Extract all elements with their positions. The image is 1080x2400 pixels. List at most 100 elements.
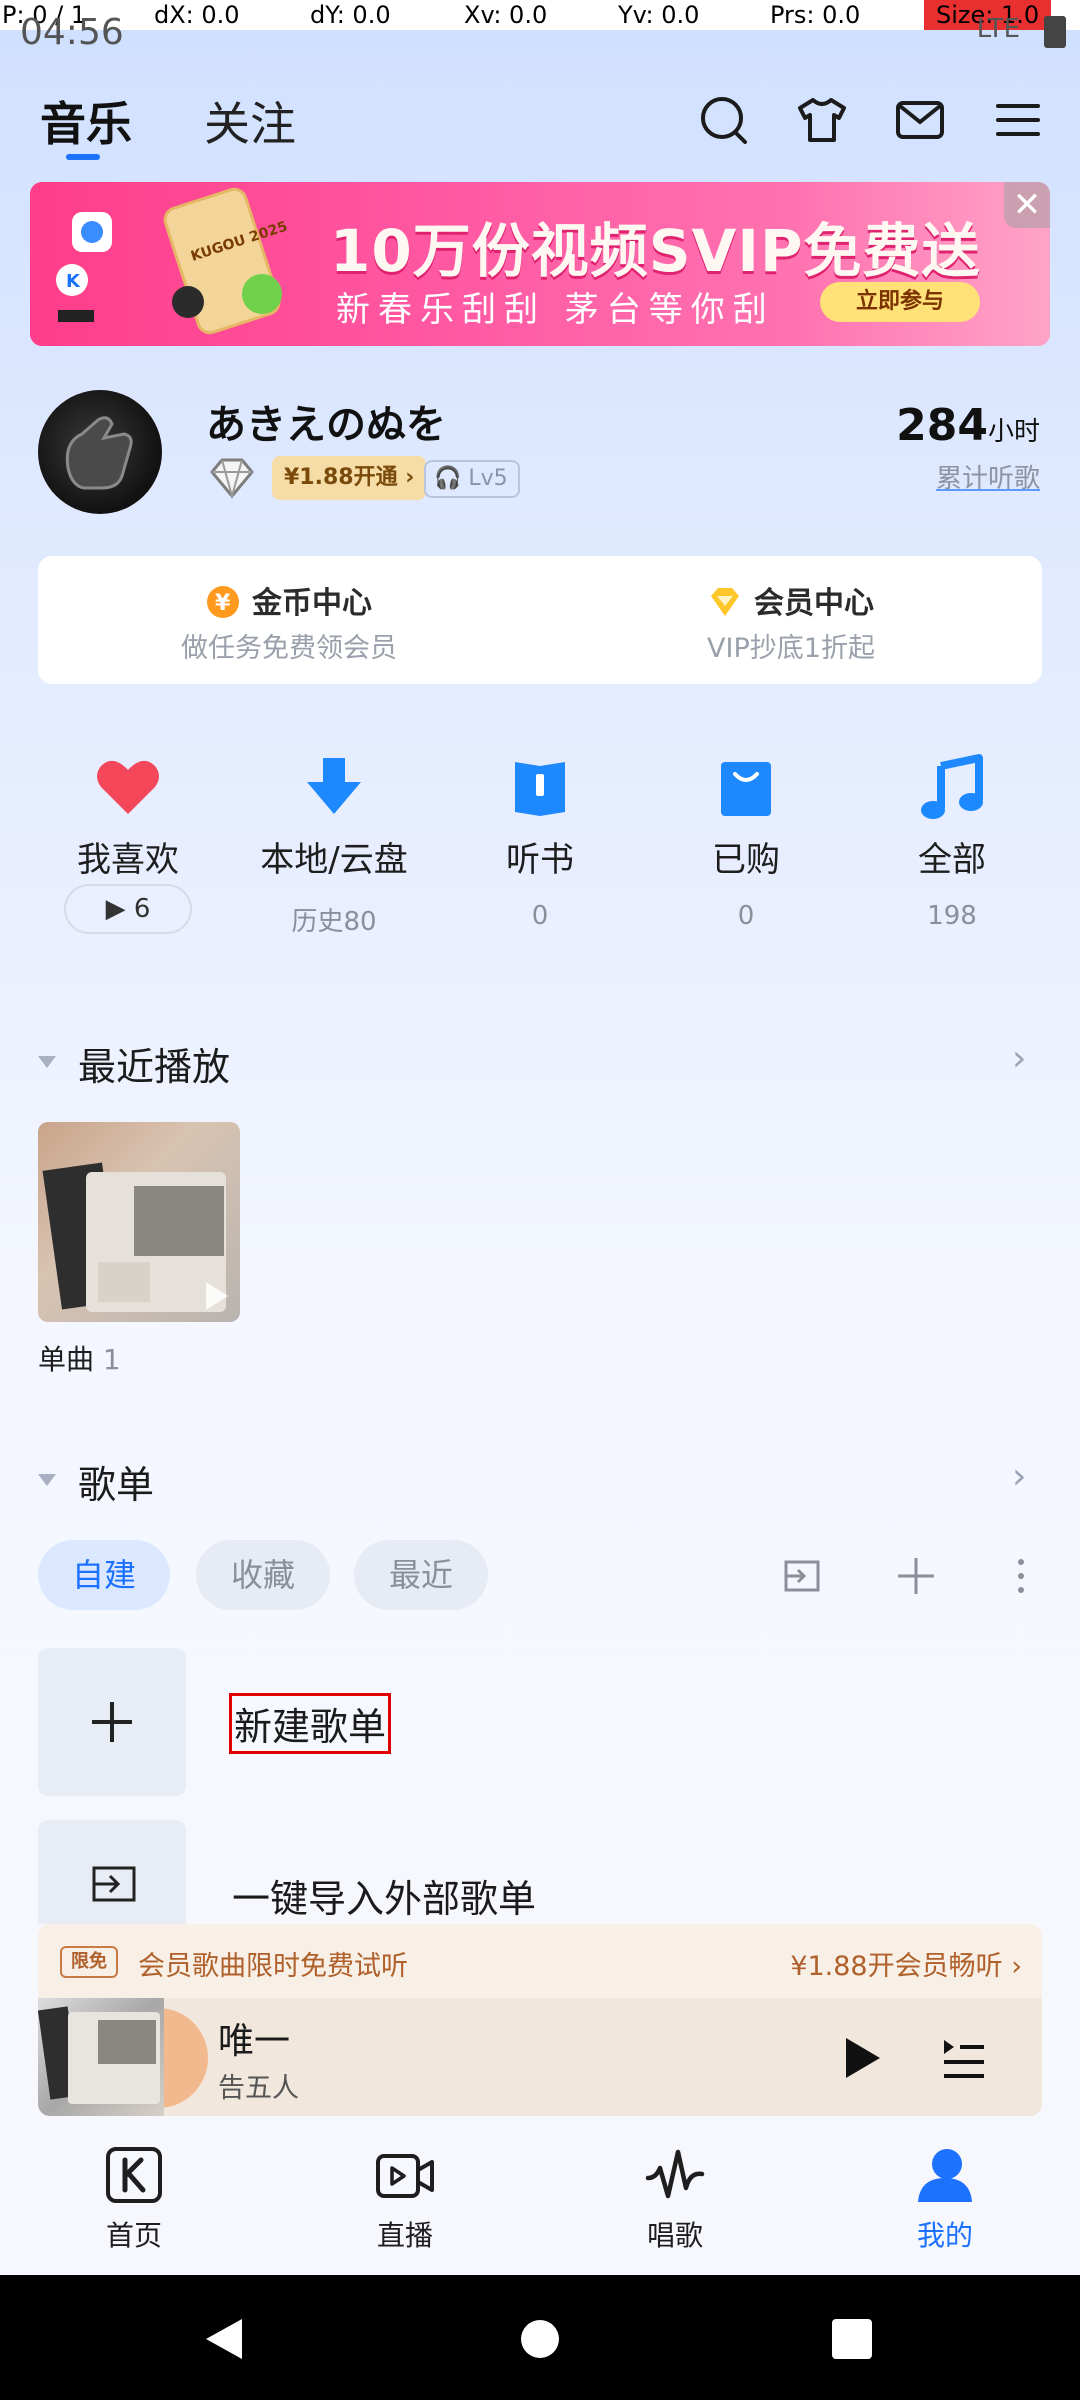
heart-icon	[97, 760, 159, 814]
nav-home[interactable]: 首页	[59, 2144, 209, 2254]
chevron-right-icon: ›	[1002, 1951, 1022, 1982]
recent-single-label[interactable]: 单曲 1	[38, 1338, 121, 1378]
listen-total-label[interactable]: 累计听歌	[936, 458, 1040, 495]
debug-yv: Yv: 0.0	[618, 1, 700, 29]
tshirt-icon[interactable]	[796, 94, 848, 146]
promo-banner[interactable]: K KUGOU 2025 10万份视频SVIP免费送 新春乐刮刮 茅台等你刮 立…	[30, 182, 1050, 346]
import-icon[interactable]	[780, 1554, 824, 1598]
play-icon[interactable]	[838, 2034, 884, 2082]
tab-playlist-recent[interactable]: 最近	[354, 1540, 488, 1610]
username[interactable]: あきえのぬを	[206, 392, 446, 450]
quick-purchased-count: 0	[737, 901, 755, 931]
recent-section-title[interactable]: 最近播放	[78, 1036, 230, 1091]
quick-purchased[interactable]: 已购 0	[643, 752, 849, 931]
promo-tag: 限免	[60, 1946, 118, 1978]
vip-diamond-icon	[711, 588, 739, 616]
vip-open-button[interactable]: ¥1.88开通 ›	[272, 456, 427, 500]
diamond-icon[interactable]	[206, 456, 258, 500]
mail-icon[interactable]	[894, 94, 946, 146]
svg-text:¥: ¥	[215, 591, 231, 616]
banner-cta-button[interactable]: 立即参与	[820, 282, 980, 322]
coin-center-button[interactable]: ¥ 金币中心 做任务免费领会员	[38, 556, 540, 684]
playlist-section-title[interactable]: 歌单	[78, 1454, 154, 1509]
favorites-play-button[interactable]: ▶ 6	[64, 884, 192, 934]
back-icon[interactable]	[202, 2315, 246, 2363]
quick-local-label: 本地/云盘	[260, 840, 408, 880]
home-circle-icon[interactable]	[520, 2319, 560, 2359]
app-logo-icon: K	[56, 212, 112, 322]
more-options-icon[interactable]	[1006, 1554, 1036, 1598]
recent-item-label: 单曲	[38, 1343, 95, 1376]
quick-audiobooks-label: 听书	[506, 840, 574, 880]
banner-close-icon[interactable]: ✕	[1004, 182, 1050, 228]
book-icon	[515, 762, 565, 816]
quick-audiobooks-count: 0	[531, 901, 549, 931]
listen-hours[interactable]: 284小时	[896, 400, 1040, 451]
playlist-chevron-icon[interactable]: ›	[1012, 1456, 1026, 1497]
nav-sing[interactable]: 唱歌	[600, 2144, 750, 2254]
import-playlist-label[interactable]: 一键导入外部歌单	[232, 1868, 536, 1923]
mini-player-artist: 告五人	[218, 2073, 299, 2104]
quick-all[interactable]: 全部 198	[849, 752, 1055, 931]
quick-all-label: 全部	[918, 840, 986, 880]
collapse-triangle-icon[interactable]	[38, 1056, 56, 1068]
promo-text: 会员歌曲限时免费试听	[138, 1951, 408, 1982]
album-collage-image	[42, 1162, 228, 1312]
quick-purchased-label: 已购	[712, 840, 780, 880]
tab-follow[interactable]: 关注	[204, 88, 296, 154]
level-badge[interactable]: 🎧 Lv5	[424, 460, 520, 498]
music-note-icon	[921, 754, 983, 819]
phone-illustration-icon: KUGOU 2025	[163, 187, 289, 335]
debug-prs: Prs: 0.0	[770, 1, 861, 29]
vip-center-title: 会员中心	[754, 586, 874, 621]
nav-mine[interactable]: 我的	[870, 2144, 1020, 2254]
new-playlist-button[interactable]	[38, 1648, 186, 1796]
promo-action-label: ¥1.88开会员畅听	[790, 1951, 1003, 1982]
quick-favorites-label: 我喜欢	[77, 840, 179, 880]
coin-icon: ¥	[207, 586, 239, 618]
favorites-count: 6	[133, 894, 151, 924]
new-playlist-label[interactable]: 新建歌单	[228, 1693, 392, 1754]
quick-audiobooks[interactable]: 听书 0	[437, 752, 643, 931]
recent-single-thumbnail[interactable]	[38, 1122, 240, 1322]
nav-live[interactable]: 直播	[330, 2144, 480, 2254]
quick-local-cloud[interactable]: 本地/云盘 历史80	[231, 752, 437, 938]
vip-center-title-row: 会员中心	[540, 578, 1042, 622]
vip-center-button[interactable]: 会员中心 VIP抄底1折起	[540, 556, 1042, 684]
listen-hours-unit: 小时	[987, 417, 1040, 447]
tab-playlist-created[interactable]: 自建	[38, 1540, 170, 1610]
level-label: Lv5	[468, 466, 508, 491]
center-card: ¥ 金币中心 做任务免费领会员 会员中心 VIP抄底1折起	[38, 556, 1042, 684]
playlist-queue-icon[interactable]	[940, 2034, 986, 2082]
nav-mine-label: 我的	[916, 2219, 973, 2252]
mini-player-album-art[interactable]	[38, 1998, 164, 2116]
import-playlist-button[interactable]	[38, 1820, 186, 1924]
bag-icon	[721, 762, 771, 816]
banner-title: 10万份视频SVIP免费送	[330, 217, 981, 285]
promo-action-link[interactable]: ¥1.88开会员畅听 ›	[790, 1944, 1022, 1983]
live-video-icon	[376, 2154, 434, 2198]
recents-square-icon[interactable]	[832, 2319, 872, 2359]
quick-all-count: 198	[927, 901, 977, 931]
search-icon[interactable]	[698, 94, 750, 146]
menu-icon[interactable]	[992, 94, 1044, 146]
system-navigation-bar	[0, 2275, 1080, 2400]
chevron-right-icon: ›	[397, 465, 415, 490]
quick-favorites[interactable]: 我喜欢	[25, 752, 231, 881]
recent-item-count: 1	[102, 1343, 121, 1376]
battery-icon	[1044, 16, 1066, 48]
add-playlist-icon[interactable]	[894, 1554, 938, 1598]
tab-music[interactable]: 音乐	[40, 88, 132, 154]
pointer-debug-bar: P: 0 / 1 dX: 0.0 dY: 0.0 Xv: 0.0 Yv: 0.0…	[0, 0, 1080, 30]
tab-playlist-favorited[interactable]: 收藏	[196, 1540, 330, 1610]
network-indicator: LTE	[976, 14, 1020, 44]
vip-open-label: ¥1.88开通	[284, 465, 398, 490]
promo-strip[interactable]: 限免 会员歌曲限时免费试听 ¥1.88开会员畅听 ›	[38, 1924, 1042, 2000]
headphones-icon: 🎧	[434, 466, 462, 491]
mini-player[interactable]: 唯一 告五人	[38, 1998, 1042, 2116]
collapse-triangle-icon[interactable]	[38, 1474, 56, 1486]
sing-wave-icon	[645, 2149, 705, 2199]
import-icon	[92, 1866, 136, 1902]
recent-chevron-icon[interactable]: ›	[1012, 1038, 1026, 1079]
avatar[interactable]	[38, 390, 162, 514]
